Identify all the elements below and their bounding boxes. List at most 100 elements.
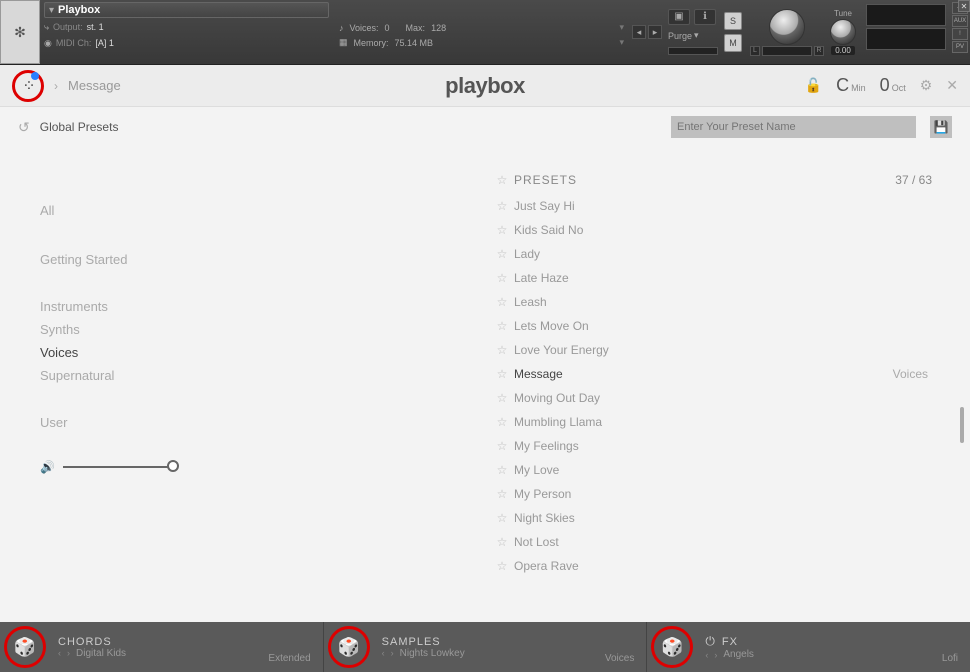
preset-row[interactable]: ☆ Leash bbox=[490, 290, 950, 314]
output-label: Output: bbox=[53, 22, 83, 32]
preset-row[interactable]: ☆ Late Haze bbox=[490, 266, 950, 290]
preset-row[interactable]: ☆ My Love bbox=[490, 458, 950, 482]
favorite-star-icon[interactable]: ☆ bbox=[490, 487, 514, 501]
settings-gear-icon[interactable]: ✻ bbox=[0, 0, 40, 64]
chevron-right-icon[interactable]: › bbox=[714, 650, 717, 660]
preset-row[interactable]: ☆ Not Lost bbox=[490, 530, 950, 554]
dropdown-icon[interactable]: ▾ bbox=[619, 37, 624, 48]
category-item[interactable]: All bbox=[40, 197, 490, 224]
category-item[interactable]: Instruments bbox=[40, 295, 490, 318]
preset-row[interactable]: ☆ Message Voices bbox=[490, 362, 950, 386]
midi-ch-value[interactable]: [A] 1 bbox=[95, 38, 114, 48]
pv-button[interactable]: PV bbox=[952, 41, 968, 53]
refresh-icon[interactable]: ↺ bbox=[18, 119, 30, 136]
preset-panel: ☆ PRESETS 37 / 63 ☆ Just Say Hi ☆ Kids S… bbox=[490, 147, 970, 622]
chevron-left-icon[interactable]: ‹ bbox=[705, 650, 708, 660]
category-item[interactable]: User bbox=[40, 409, 490, 436]
octave-label: Oct bbox=[892, 83, 906, 93]
preset-row[interactable]: ☆ Night Skies bbox=[490, 506, 950, 530]
preset-name: Not Lost bbox=[514, 535, 950, 549]
preset-row[interactable]: ☆ Kids Said No bbox=[490, 218, 950, 242]
favorite-star-icon[interactable]: ☆ bbox=[490, 463, 514, 477]
power-icon[interactable]: ⏻ bbox=[705, 634, 716, 649]
chords-section[interactable]: 🎲 CHORDS ‹›Digital Kids Extended bbox=[0, 622, 324, 672]
preset-name: Kids Said No bbox=[514, 223, 950, 237]
preset-row[interactable]: ☆ Opera Rave bbox=[490, 554, 950, 578]
save-preset-icon[interactable]: 💾 bbox=[930, 116, 952, 138]
preset-row[interactable]: ☆ Lady bbox=[490, 242, 950, 266]
kontakt-header: ✕ ✻ ▾ Playbox ⤷ Output: st. 1 ◉ MIDI Ch:… bbox=[0, 0, 970, 65]
solo-button[interactable]: S bbox=[724, 12, 742, 30]
close-instrument-icon[interactable]: ✕ bbox=[958, 0, 970, 12]
volume-slider[interactable] bbox=[63, 466, 173, 468]
output-meter bbox=[866, 4, 946, 26]
info-icon[interactable]: ℹ bbox=[694, 9, 716, 25]
favorite-star-icon[interactable]: ☆ bbox=[490, 199, 514, 213]
preset-row[interactable]: ☆ My Person bbox=[490, 482, 950, 506]
output-value[interactable]: st. 1 bbox=[87, 22, 104, 32]
preset-row[interactable]: ☆ My Feelings bbox=[490, 434, 950, 458]
scroll-thumb[interactable] bbox=[960, 407, 964, 443]
category-item[interactable]: Supernatural bbox=[40, 364, 490, 387]
samples-section[interactable]: 🎲 SAMPLES ‹›Nights Lowkey Voices bbox=[324, 622, 648, 672]
global-presets-label[interactable]: Global Presets bbox=[40, 120, 119, 134]
chevron-right-icon[interactable]: › bbox=[67, 648, 70, 658]
purge-label[interactable]: Purge bbox=[668, 31, 692, 41]
randomize-chords-button[interactable]: 🎲 bbox=[4, 626, 46, 668]
preset-name: Night Skies bbox=[514, 511, 950, 525]
favorite-star-icon[interactable]: ☆ bbox=[490, 247, 514, 261]
snapshot-icon[interactable]: ▣ bbox=[668, 9, 690, 25]
fx-section[interactable]: 🎲 ⏻FX ‹›Angels Lofi bbox=[647, 622, 970, 672]
scrollbar[interactable] bbox=[960, 197, 964, 577]
warn-icon[interactable]: ! bbox=[952, 28, 968, 40]
mute-button[interactable]: M bbox=[724, 34, 742, 52]
favorite-star-icon[interactable]: ☆ bbox=[490, 271, 514, 285]
chevron-right-icon[interactable]: › bbox=[391, 648, 394, 658]
favorite-star-icon[interactable]: ☆ bbox=[490, 511, 514, 525]
prev-preset-icon[interactable]: ◂ bbox=[632, 25, 646, 39]
star-icon[interactable]: ☆ bbox=[490, 173, 514, 187]
dropdown-icon[interactable]: ▾ bbox=[619, 22, 624, 33]
preset-list: ☆ Just Say Hi ☆ Kids Said No ☆ Lady ☆ La… bbox=[490, 194, 950, 584]
preset-row[interactable]: ☆ Lets Move On bbox=[490, 314, 950, 338]
gear-icon[interactable]: ⚙ bbox=[920, 77, 933, 94]
close-panel-icon[interactable]: ✕ bbox=[946, 77, 958, 94]
chevron-left-icon[interactable]: ‹ bbox=[58, 648, 61, 658]
favorite-star-icon[interactable]: ☆ bbox=[490, 295, 514, 309]
next-preset-icon[interactable]: ▸ bbox=[648, 25, 662, 39]
preset-row[interactable]: ☆ Love Your Energy bbox=[490, 338, 950, 362]
preset-row[interactable]: ☆ Mumbling Llama bbox=[490, 410, 950, 434]
category-item[interactable]: Getting Started bbox=[40, 246, 490, 273]
randomize-fx-button[interactable]: 🎲 bbox=[651, 626, 693, 668]
preset-row[interactable]: ☆ Moving Out Day bbox=[490, 386, 950, 410]
randomize-global-button[interactable]: ⁘ bbox=[12, 70, 44, 102]
aux-button[interactable]: AUX bbox=[952, 15, 968, 27]
favorite-star-icon[interactable]: ☆ bbox=[490, 559, 514, 573]
favorite-star-icon[interactable]: ☆ bbox=[490, 415, 514, 429]
preset-name-input[interactable] bbox=[671, 116, 916, 138]
category-item[interactable]: Voices bbox=[40, 341, 490, 364]
category-item[interactable]: Synths bbox=[40, 318, 490, 341]
favorite-star-icon[interactable]: ☆ bbox=[490, 535, 514, 549]
chevron-left-icon[interactable]: ‹ bbox=[382, 648, 385, 658]
favorite-star-icon[interactable]: ☆ bbox=[490, 391, 514, 405]
instrument-title-bar[interactable]: ▾ Playbox bbox=[44, 2, 329, 18]
speaker-icon[interactable]: 🔊 bbox=[40, 460, 55, 474]
preview-volume: 🔊 bbox=[40, 460, 490, 474]
caret-down-icon[interactable]: ▾ bbox=[694, 30, 699, 41]
key-display[interactable]: C Min bbox=[836, 75, 866, 96]
favorite-star-icon[interactable]: ☆ bbox=[490, 223, 514, 237]
breadcrumb-preset-name[interactable]: Message bbox=[68, 78, 121, 93]
volume-knob[interactable] bbox=[769, 9, 805, 45]
favorite-star-icon[interactable]: ☆ bbox=[490, 439, 514, 453]
preset-row[interactable]: ☆ Just Say Hi bbox=[490, 194, 950, 218]
favorite-star-icon[interactable]: ☆ bbox=[490, 319, 514, 333]
favorite-star-icon[interactable]: ☆ bbox=[490, 367, 514, 381]
tune-knob[interactable] bbox=[830, 19, 856, 45]
lock-icon[interactable]: 🔓 bbox=[805, 77, 822, 94]
randomize-samples-button[interactable]: 🎲 bbox=[328, 626, 370, 668]
slider-thumb[interactable] bbox=[167, 460, 179, 472]
octave-display[interactable]: 0 Oct bbox=[880, 75, 906, 96]
preset-name: Late Haze bbox=[514, 271, 950, 285]
favorite-star-icon[interactable]: ☆ bbox=[490, 343, 514, 357]
